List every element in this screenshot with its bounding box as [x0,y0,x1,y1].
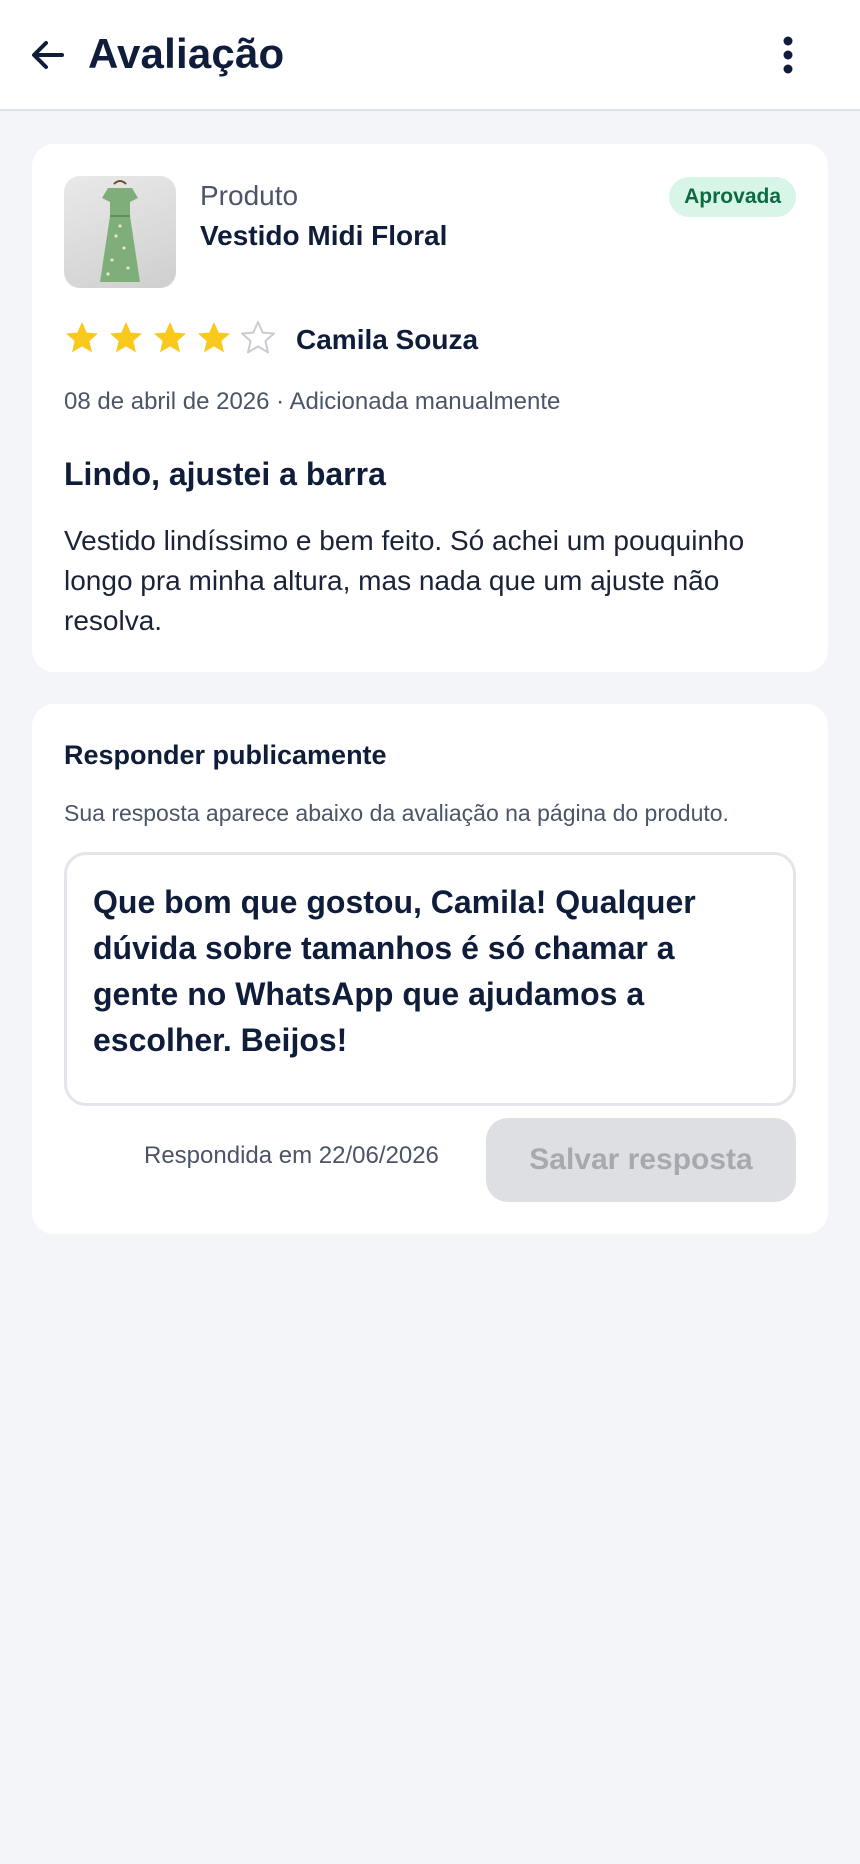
review-meta: 08 de abril de 2026 · Adicionada manualm… [64,388,561,415]
status-badge: Aprovada [669,177,796,217]
star-filled-icon [66,322,98,353]
product-label: Produto [200,180,299,211]
page-title: Avaliação [88,30,285,77]
star-rating [64,320,276,356]
star-empty-icon [241,321,275,354]
app-header: Avaliação [0,0,860,111]
star-filled-icon [154,322,186,353]
answered-date: Respondida em 22/06/2026 [144,1142,439,1169]
reply-help-text: Sua resposta aparece abaixo da avaliação… [64,800,729,826]
product-name[interactable]: Vestido Midi Floral [200,220,447,252]
review-author: Camila Souza [296,324,479,355]
dress-image [100,180,140,282]
reply-card: Responder publicamente Sua resposta apar… [32,704,828,1234]
reply-heading: Responder publicamente [64,740,387,770]
review-body: Vestido lindíssimo e bem feito. Só achei… [64,525,745,636]
product-thumbnail[interactable] [64,176,176,288]
save-reply-button[interactable]: Salvar resposta [486,1118,796,1202]
more-vertical-icon[interactable] [770,33,806,77]
review-title: Lindo, ajustei a barra [64,456,386,492]
star-filled-icon [110,322,142,353]
reply-textarea[interactable]: Que bom que gostou, Camila! Qualquer dúv… [64,852,796,1106]
review-card: Produto Vestido Midi Floral Aprovada Cam… [32,144,828,672]
arrow-left-icon[interactable] [26,33,70,77]
star-filled-icon [198,322,230,353]
